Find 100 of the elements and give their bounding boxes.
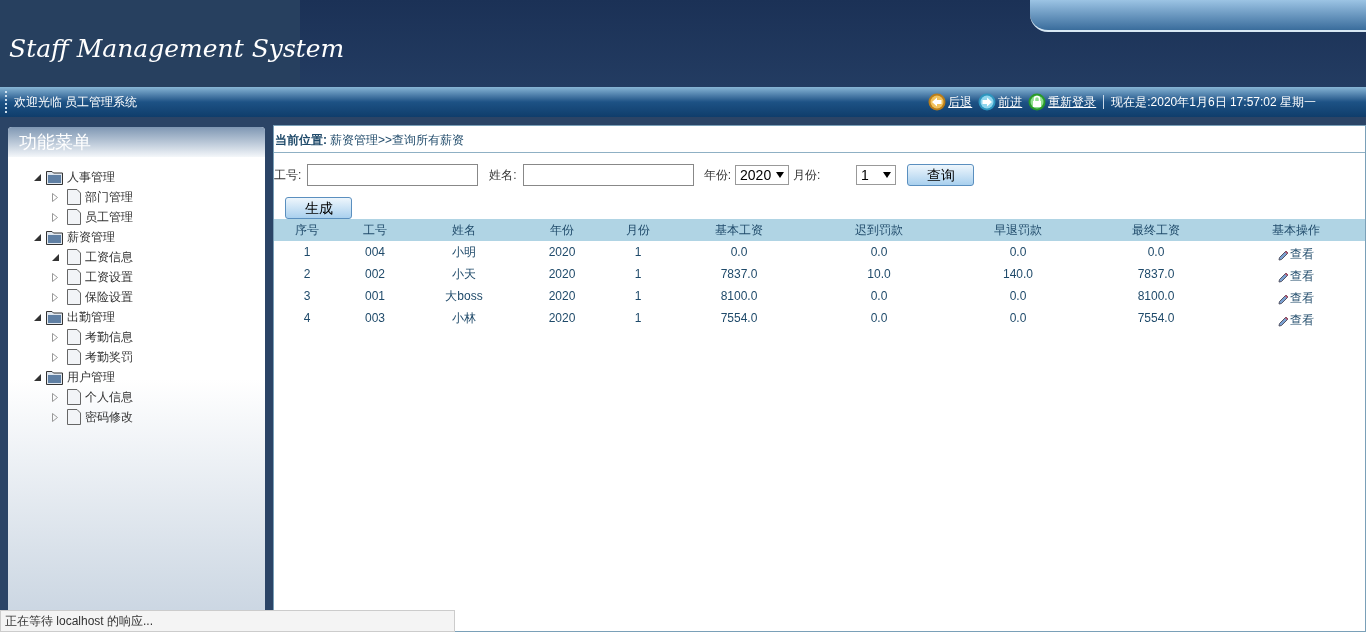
- expanded-triangle-icon[interactable]: [33, 373, 41, 381]
- menu-item[interactable]: 个人信息: [85, 388, 133, 406]
- table-cell-text: 10.0: [866, 266, 892, 283]
- document-icon: [67, 209, 81, 225]
- expanded-triangle-icon[interactable]: [33, 313, 41, 321]
- view-link[interactable]: 查看: [1289, 311, 1314, 329]
- breadcrumb-path: 薪资管理>>查询所有薪资: [330, 131, 464, 149]
- table-cell-text: 003: [364, 310, 386, 327]
- field-label: 姓名:: [489, 167, 517, 184]
- table-cell-text: 2: [302, 266, 312, 283]
- field-label: 年份:: [703, 167, 732, 184]
- table-cell-text: 0.0: [1008, 310, 1028, 327]
- table-cell-text: 小林: [451, 310, 477, 327]
- table-cell-text: 0.0: [729, 244, 749, 261]
- table-cell-text: 大boss: [444, 288, 484, 305]
- menu-item[interactable]: 保险设置: [85, 288, 133, 306]
- forward-arrow-icon: [978, 93, 997, 111]
- menu-item[interactable]: 部门管理: [85, 188, 133, 206]
- column-header: 序号: [294, 222, 320, 239]
- view-link[interactable]: 查看: [1289, 245, 1314, 263]
- pencil-icon: [1277, 294, 1289, 305]
- menu-item[interactable]: 人事管理: [67, 168, 115, 186]
- field-label: 工号:: [274, 167, 302, 184]
- menu-item[interactable]: 薪资管理: [67, 228, 115, 246]
- table-cell-text: 2020: [547, 310, 577, 327]
- menu-item[interactable]: 员工管理: [85, 208, 133, 226]
- view-link[interactable]: 查看: [1289, 267, 1314, 285]
- folder-icon: [46, 369, 63, 385]
- table-cell-text: 小明: [451, 244, 477, 261]
- table-cell-text: 002: [364, 266, 386, 283]
- column-header: 早退罚款: [993, 222, 1043, 239]
- document-icon: [67, 409, 81, 425]
- document-icon: [67, 389, 81, 405]
- view-link[interactable]: 查看: [1289, 289, 1314, 307]
- input-field[interactable]: [522, 164, 694, 186]
- column-header: 月份: [625, 222, 651, 239]
- table-cell-text: 2020: [547, 244, 577, 261]
- folder-icon: [46, 309, 63, 325]
- field-label: 月份:: [793, 167, 822, 184]
- table-cell-text: 2020: [547, 266, 577, 283]
- document-icon: [67, 249, 81, 265]
- menu-item[interactable]: 用户管理: [67, 368, 115, 386]
- table-cell-text: 140.0: [1002, 266, 1034, 283]
- dropdown[interactable]: 1: [856, 165, 897, 185]
- menu-item[interactable]: 考勤信息: [85, 328, 133, 346]
- dropdown[interactable]: 2020: [735, 165, 790, 185]
- table-cell-text: 2020: [547, 288, 577, 305]
- dropdown-caret-icon: [883, 172, 892, 178]
- document-icon: [67, 269, 81, 285]
- clock-text: 现在是:2020年1月6日 17:57:02 星期一: [1111, 94, 1316, 111]
- welcome-text: 欢迎光临 员工管理系统: [14, 94, 138, 111]
- folder-icon: [46, 169, 63, 185]
- table-cell-text: 004: [364, 244, 386, 261]
- table-cell-text: 1: [633, 288, 643, 305]
- column-header: 基本操作: [1270, 222, 1321, 239]
- menu-item[interactable]: 考勤奖罚: [85, 348, 133, 366]
- expanded-triangle-icon[interactable]: [51, 253, 59, 261]
- dropdown-caret-icon: [776, 172, 785, 178]
- folder-icon: [46, 229, 63, 245]
- table-cell-text: 0.0: [1146, 244, 1166, 261]
- column-header: 迟到罚款: [854, 222, 904, 239]
- menu-item[interactable]: 工资信息: [85, 248, 133, 266]
- table-cell-text: 3: [302, 288, 312, 305]
- table-cell-text: 4: [302, 310, 312, 327]
- pencil-icon: [1277, 250, 1289, 261]
- table-cell-text: 0.0: [869, 288, 889, 305]
- menu-item[interactable]: 工资设置: [85, 268, 133, 286]
- table-cell-text: 8100.0: [719, 288, 759, 305]
- expanded-triangle-icon[interactable]: [33, 233, 41, 241]
- table-cell-text: 1: [633, 244, 643, 261]
- table-cell-text: 1: [302, 244, 312, 261]
- pencil-icon: [1277, 272, 1289, 283]
- document-icon: [67, 329, 81, 345]
- input-field[interactable]: [307, 164, 479, 186]
- nav-link[interactable]: 前进: [998, 93, 1023, 111]
- column-header: 姓名: [451, 222, 477, 239]
- table-cell-text: 小天: [451, 266, 477, 283]
- table-cell-text: 7837.0: [719, 266, 759, 283]
- menu-item[interactable]: 出勤管理: [67, 308, 115, 326]
- search-button[interactable]: 查询: [907, 164, 975, 186]
- sidebar-title: 功能菜单: [8, 127, 265, 157]
- column-header: 最终工资: [1131, 222, 1181, 239]
- column-header: 年份: [549, 222, 575, 239]
- generate-button[interactable]: 生成: [285, 197, 352, 219]
- breadcrumb-label: 当前位置:: [275, 131, 327, 149]
- table-cell-text: 0.0: [1008, 288, 1028, 305]
- document-icon: [67, 189, 81, 205]
- expanded-triangle-icon[interactable]: [33, 173, 41, 181]
- nav-link[interactable]: 后退: [948, 93, 973, 111]
- nav-link[interactable]: 重新登录: [1048, 93, 1097, 111]
- column-header: 工号: [362, 222, 388, 239]
- table-cell-text: 7837.0: [1136, 266, 1176, 283]
- table-cell-text: 1: [633, 310, 643, 327]
- menu-item[interactable]: 密码修改: [85, 408, 133, 426]
- document-icon: [67, 349, 81, 365]
- pencil-icon: [1277, 316, 1289, 327]
- document-icon: [67, 289, 81, 305]
- back-arrow-icon: [928, 93, 947, 111]
- table-cell-text: 0.0: [869, 244, 889, 261]
- table-cell-text: 8100.0: [1136, 288, 1176, 305]
